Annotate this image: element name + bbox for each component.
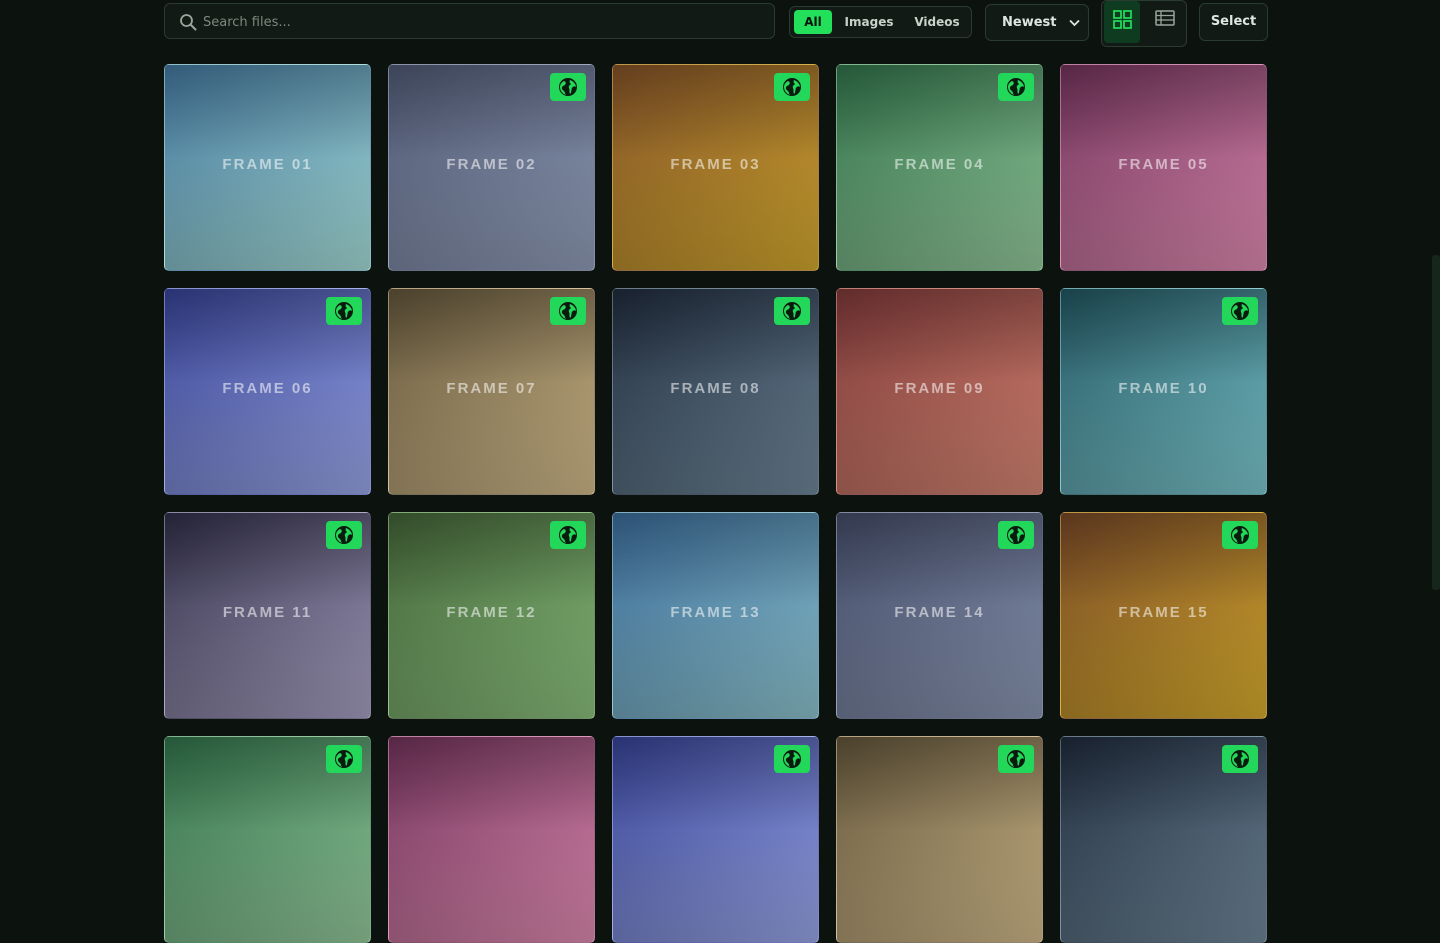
tile-label: FRAME 13: [670, 604, 761, 621]
tile-label: FRAME 04: [894, 156, 985, 173]
globe-icon: [783, 302, 801, 320]
globe-icon: [1007, 526, 1025, 544]
media-tile[interactable]: FRAME 11: [164, 512, 371, 719]
list-icon: [1155, 10, 1175, 26]
filter-videos[interactable]: Videos: [906, 10, 968, 34]
media-tile[interactable]: [836, 736, 1043, 943]
tile-shade: [389, 737, 594, 942]
search-input[interactable]: [201, 4, 765, 40]
public-badge[interactable]: [326, 521, 362, 549]
globe-icon: [1007, 78, 1025, 96]
tile-label: FRAME 12: [446, 604, 537, 621]
media-tile[interactable]: FRAME 15: [1060, 512, 1267, 719]
public-badge[interactable]: [998, 73, 1034, 101]
select-button[interactable]: Select: [1199, 3, 1268, 41]
media-tile[interactable]: FRAME 10: [1060, 288, 1267, 495]
public-badge[interactable]: [1222, 297, 1258, 325]
grid-view-button[interactable]: [1104, 1, 1140, 43]
type-filter: All Images Videos: [789, 6, 972, 38]
tile-label: FRAME 09: [894, 380, 985, 397]
media-tile[interactable]: FRAME 04: [836, 64, 1043, 271]
globe-icon: [1231, 526, 1249, 544]
globe-icon: [559, 302, 577, 320]
sort-value: Newest: [1002, 15, 1057, 30]
globe-icon: [783, 78, 801, 96]
public-badge[interactable]: [998, 521, 1034, 549]
view-toggle: [1101, 0, 1187, 47]
tile-label: FRAME 05: [1118, 156, 1209, 173]
public-badge[interactable]: [326, 297, 362, 325]
media-tile[interactable]: FRAME 03: [612, 64, 819, 271]
toolbar: All Images Videos Newest Select: [164, 0, 1268, 48]
public-badge[interactable]: [774, 297, 810, 325]
filter-images[interactable]: Images: [838, 10, 900, 34]
chevron-down-icon: [1069, 19, 1080, 27]
sort-select[interactable]: Newest: [985, 4, 1089, 41]
public-badge[interactable]: [998, 745, 1034, 773]
media-tile[interactable]: [612, 736, 819, 943]
media-tile[interactable]: FRAME 06: [164, 288, 371, 495]
globe-icon: [335, 302, 353, 320]
tile-label: FRAME 07: [446, 380, 537, 397]
public-badge[interactable]: [326, 745, 362, 773]
public-badge[interactable]: [774, 73, 810, 101]
media-tile[interactable]: FRAME 09: [836, 288, 1043, 495]
public-badge[interactable]: [1222, 521, 1258, 549]
globe-icon: [335, 750, 353, 768]
scrollbar[interactable]: [1432, 255, 1440, 590]
public-badge[interactable]: [550, 297, 586, 325]
tile-label: FRAME 06: [222, 380, 313, 397]
media-tile[interactable]: FRAME 14: [836, 512, 1043, 719]
media-tile[interactable]: FRAME 13: [612, 512, 819, 719]
grid-icon: [1113, 10, 1132, 29]
tile-label: FRAME 03: [670, 156, 761, 173]
tile-label: FRAME 01: [222, 156, 313, 173]
filter-all[interactable]: All: [794, 10, 832, 34]
tile-label: FRAME 15: [1118, 604, 1209, 621]
public-badge[interactable]: [550, 521, 586, 549]
globe-icon: [1231, 302, 1249, 320]
globe-icon: [1007, 750, 1025, 768]
tile-label: FRAME 02: [446, 156, 537, 173]
public-badge[interactable]: [1222, 745, 1258, 773]
tile-label: FRAME 11: [222, 604, 313, 621]
media-tile[interactable]: FRAME 12: [388, 512, 595, 719]
search-box: [164, 3, 775, 40]
search-icon: [180, 14, 197, 31]
media-tile[interactable]: FRAME 02: [388, 64, 595, 271]
globe-icon: [559, 78, 577, 96]
globe-icon: [783, 750, 801, 768]
media-tile[interactable]: FRAME 01: [164, 64, 371, 271]
globe-icon: [1231, 750, 1249, 768]
tile-label: FRAME 14: [894, 604, 985, 621]
list-view-button[interactable]: [1146, 1, 1182, 43]
media-tile[interactable]: FRAME 05: [1060, 64, 1267, 271]
public-badge[interactable]: [774, 745, 810, 773]
tile-label: FRAME 10: [1118, 380, 1209, 397]
public-badge[interactable]: [550, 73, 586, 101]
media-tile[interactable]: FRAME 07: [388, 288, 595, 495]
media-tile[interactable]: FRAME 08: [612, 288, 819, 495]
media-tile[interactable]: [164, 736, 371, 943]
globe-icon: [559, 526, 577, 544]
media-tile[interactable]: [388, 736, 595, 943]
tile-label: FRAME 08: [670, 380, 761, 397]
globe-icon: [335, 526, 353, 544]
media-tile[interactable]: [1060, 736, 1267, 943]
